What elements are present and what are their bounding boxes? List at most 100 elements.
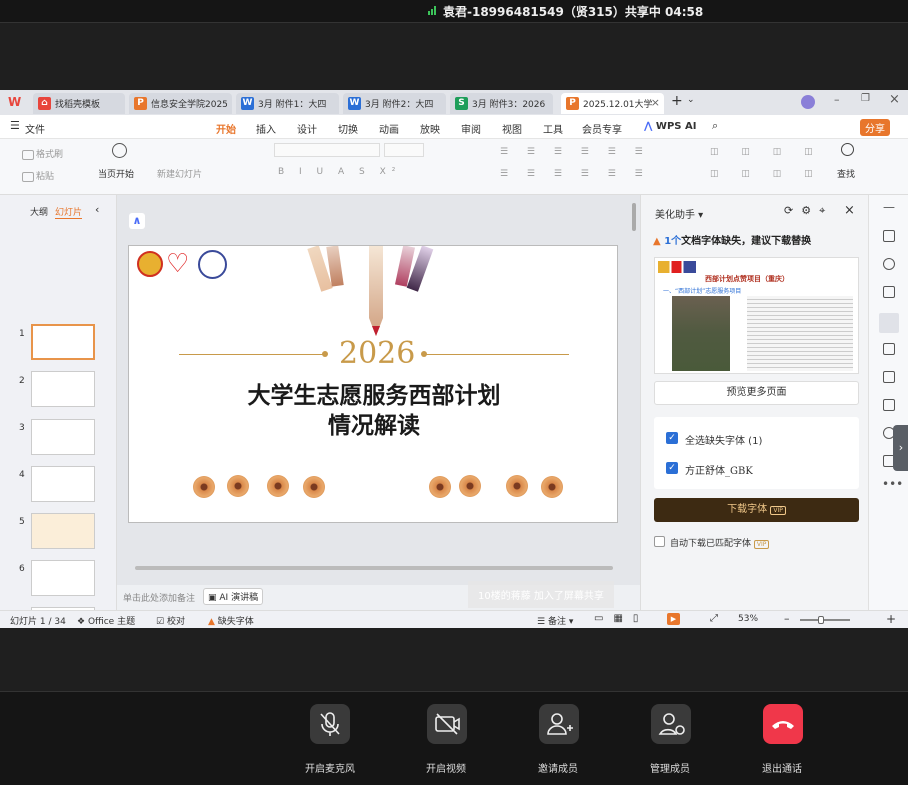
slide-thumbnail[interactable] xyxy=(31,560,95,596)
menu-member[interactable]: 会员专享 xyxy=(582,121,622,136)
menu-tools[interactable]: 工具 xyxy=(543,121,563,136)
view-mode-icons[interactable]: ▭▦▯ xyxy=(594,613,648,624)
panel-action-icons[interactable]: ⟳⚙⌖ xyxy=(784,204,833,218)
paste-button[interactable]: 粘贴 xyxy=(22,169,54,182)
tab-slides[interactable]: 幻灯片 xyxy=(55,205,83,219)
zoom-out-button[interactable]: – xyxy=(784,612,790,625)
proof-button[interactable]: ☑ 校对 xyxy=(156,614,185,627)
menu-hamburger-icon[interactable]: ☰ xyxy=(10,119,20,132)
tab-doc-1[interactable]: P 信息安全学院2025 xyxy=(129,93,232,114)
collapse-icon[interactable]: — xyxy=(883,200,895,214)
search-icon[interactable]: ⌕ xyxy=(712,119,718,133)
notes-toggle[interactable]: ☰ 备注 ▾ xyxy=(537,614,573,627)
preview-more-button[interactable]: 预览更多页面 xyxy=(654,381,859,405)
slide-thumbnail[interactable] xyxy=(31,419,95,455)
star-icon[interactable] xyxy=(883,258,895,270)
play-button[interactable]: ▶ xyxy=(667,613,680,625)
tab-doc-4[interactable]: S 3月 附件3：2026 xyxy=(450,93,553,114)
more-icon[interactable]: ••• xyxy=(882,477,903,491)
select-all-label[interactable]: 全选缺失字体 (1) xyxy=(685,432,762,447)
zoom-slider-thumb[interactable] xyxy=(818,616,824,624)
current-slide[interactable]: ♡ 2026 大学生志愿服务西部计划 情况解读 xyxy=(128,245,618,523)
new-slide-button[interactable]: 新建幻灯片 xyxy=(157,167,202,180)
user-avatar[interactable] xyxy=(801,95,815,109)
select-all-checkbox[interactable]: ✓ xyxy=(666,432,678,444)
preview-card[interactable]: 西部计划点赞项目（重庆） 一、“西部计划”志愿服务项目 xyxy=(654,257,859,374)
fit-window-icon[interactable]: ⤢ xyxy=(710,613,718,624)
menu-animation[interactable]: 动画 xyxy=(379,121,399,136)
zoom-level[interactable]: 53% xyxy=(738,614,758,624)
font-name-label[interactable]: 方正舒体_GBK xyxy=(685,462,753,477)
align-tools[interactable]: ☰ ☰ ☰ ☰ ☰ ☰ xyxy=(500,169,651,179)
copy-icon[interactable] xyxy=(883,286,895,298)
auto-download-label[interactable]: 自动下载已匹配字体 VIP xyxy=(670,536,770,549)
download-font-button[interactable]: 下载字体 VIP xyxy=(654,498,859,522)
template-icon: ⌂ xyxy=(38,97,51,110)
tab-list-icon[interactable]: ⌄ xyxy=(687,95,695,105)
menu-review[interactable]: 审阅 xyxy=(461,121,481,136)
tab-doc-2[interactable]: W 3月 附件1：大四 xyxy=(236,93,339,114)
menu-design[interactable]: 设计 xyxy=(297,121,317,136)
expand-panel-tab[interactable]: › xyxy=(893,425,908,471)
menu-slideshow[interactable]: 放映 xyxy=(420,121,440,136)
slide-thumbnail[interactable] xyxy=(31,371,95,407)
tab-template[interactable]: ⌂ 找稻壳模板 xyxy=(33,93,125,114)
font-family-select[interactable] xyxy=(274,143,380,157)
menu-transition[interactable]: 切换 xyxy=(338,121,358,136)
new-tab-icon[interactable]: + xyxy=(671,93,683,109)
manage-member-button[interactable] xyxy=(651,704,691,744)
zoom-in-button[interactable]: + xyxy=(886,612,896,626)
find-icon[interactable] xyxy=(841,143,854,156)
hangup-button[interactable] xyxy=(763,704,803,744)
menu-insert[interactable]: 插入 xyxy=(256,121,276,136)
font-size-select[interactable] xyxy=(384,143,424,157)
mic-toggle-button[interactable] xyxy=(310,704,350,744)
play-from-current-button[interactable]: 当页开始 xyxy=(98,167,134,180)
collapse-panel-icon[interactable]: ‹ xyxy=(95,203,99,216)
vertical-scrollbar[interactable] xyxy=(632,203,636,231)
font-checkbox[interactable]: ✓ xyxy=(666,462,678,474)
slide-thumbnail[interactable] xyxy=(31,324,95,360)
menu-file[interactable]: 文件 xyxy=(25,121,45,136)
invite-member-label: 邀请成员 xyxy=(538,764,578,775)
zoom-slider[interactable] xyxy=(800,619,850,621)
image-icon[interactable] xyxy=(883,371,895,383)
close-tab-icon[interactable]: × xyxy=(651,96,660,109)
tab-doc-active[interactable]: P 2025.12.01大学 × xyxy=(561,93,664,114)
theme-label[interactable]: ❖ Office 主题 xyxy=(77,614,135,627)
book-icon[interactable] xyxy=(883,399,895,411)
menu-start[interactable]: 开始 xyxy=(216,121,236,141)
wps-ai-icon: ⋀ xyxy=(644,121,653,132)
invite-member-button[interactable] xyxy=(539,704,579,744)
notes-placeholder[interactable]: 单击此处添加备注 xyxy=(123,591,195,604)
wps-logo-icon[interactable]: W xyxy=(8,95,22,109)
share-button[interactable]: 分享 xyxy=(860,119,890,136)
window-min-icon[interactable]: – xyxy=(834,93,840,106)
horizontal-scrollbar[interactable] xyxy=(135,566,613,570)
ai-assist-icon[interactable]: ∧ xyxy=(129,213,145,229)
auto-download-checkbox[interactable] xyxy=(654,536,665,547)
missing-font-button[interactable]: ▲ 缺失字体 xyxy=(208,614,254,627)
beautify-icon[interactable] xyxy=(879,313,899,333)
ai-speech-button[interactable]: ▣ AI 演讲稿 xyxy=(203,588,264,605)
find-button[interactable]: 查找 xyxy=(837,167,855,180)
text-format-buttons[interactable]: B I U A S X² xyxy=(278,167,401,177)
crop-icon[interactable] xyxy=(883,343,895,355)
arrange-tools[interactable]: ◫ ◫ ◫ ◫ xyxy=(710,169,823,179)
video-toggle-button[interactable] xyxy=(427,704,467,744)
adjust-icon[interactable] xyxy=(883,230,895,242)
tab-outline[interactable]: 大纲 xyxy=(30,205,48,218)
window-max-icon[interactable]: ❐ xyxy=(861,93,870,104)
panel-title[interactable]: 美化助手 ▾ xyxy=(655,206,703,221)
window-close-icon[interactable]: × xyxy=(889,92,900,107)
tab-doc-3[interactable]: W 3月 附件2：大四 xyxy=(343,93,446,114)
menu-wps-ai[interactable]: ⋀ WPS AI xyxy=(644,121,696,132)
format-painter-button[interactable]: 格式刷 xyxy=(22,147,63,160)
menu-view[interactable]: 视图 xyxy=(502,121,522,136)
slide-thumbnail[interactable] xyxy=(31,466,95,502)
close-icon[interactable]: × xyxy=(844,203,855,218)
slide-thumbnail[interactable] xyxy=(31,513,95,549)
play-icon[interactable] xyxy=(112,143,127,158)
shape-tools[interactable]: ◫ ◫ ◫ ◫ xyxy=(710,147,823,157)
paragraph-tools[interactable]: ☰ ☰ ☰ ☰ ☰ ☰ xyxy=(500,147,651,157)
